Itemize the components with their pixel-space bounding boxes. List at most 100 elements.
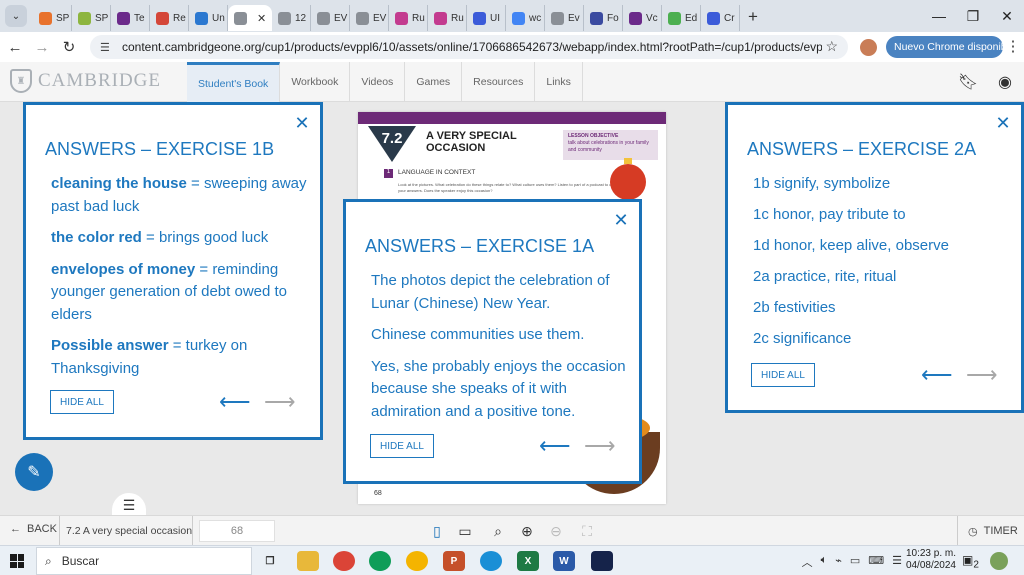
next-arrow-icon[interactable]: ⟶	[584, 435, 616, 457]
forward-arrow-icon[interactable]: →	[30, 35, 54, 59]
answers-list: The photos depict the celebration of Lun…	[371, 270, 629, 432]
browser-tab[interactable]: Vc	[623, 5, 662, 31]
browser-tab[interactable]: wc	[506, 5, 545, 31]
browser-tab[interactable]: Fo	[584, 5, 623, 31]
excel-icon[interactable]: X	[517, 551, 539, 571]
browser-tab[interactable]: ✕	[228, 5, 272, 31]
chrome-icon[interactable]	[333, 551, 355, 571]
previous-arrow-icon[interactable]: ⟵	[219, 391, 251, 413]
restore-icon[interactable]: ❐	[956, 0, 990, 32]
nav-tab-resources[interactable]: Resources	[462, 62, 536, 102]
close-icon[interactable]: ✕	[995, 114, 1011, 132]
site-settings-icon[interactable]: ☰	[100, 41, 114, 54]
browser-tab[interactable]: Te	[111, 5, 150, 31]
windows-start-icon[interactable]	[10, 554, 24, 568]
widgets-icon[interactable]	[990, 552, 1008, 570]
reload-icon[interactable]: ↻	[57, 35, 81, 59]
next-arrow-icon[interactable]: ⟶	[966, 364, 998, 386]
task-view-icon[interactable]: ❐	[259, 551, 281, 571]
browser-tab[interactable]: EV	[350, 5, 389, 31]
nav-tab-links[interactable]: Links	[535, 62, 583, 102]
double-page-icon[interactable]: ▭	[455, 522, 475, 540]
tab-label: Fo	[607, 12, 619, 24]
nav-tab-workbook[interactable]: Workbook	[280, 62, 351, 102]
new-tab-icon[interactable]: +	[748, 7, 758, 27]
browser-tab[interactable]: SP	[33, 5, 72, 31]
zoom-out-icon[interactable]: ⊖	[546, 522, 566, 540]
panel-title: ANSWERS – EXERCISE 1B	[45, 139, 275, 159]
tab-label: EV	[334, 12, 348, 24]
battery-icon[interactable]: ▭	[850, 554, 860, 570]
close-window-icon[interactable]: ✕	[990, 0, 1024, 32]
url-text[interactable]: content.cambridgeone.org/cup1/products/e…	[122, 40, 822, 54]
lesson-objective-label: LESSON OBJECTIVE	[568, 133, 619, 139]
notifications-icon[interactable]: ▣2	[962, 553, 979, 570]
previous-arrow-icon[interactable]: ⟵	[921, 364, 953, 386]
taskbar-search[interactable]: ⌕ Buscar	[36, 547, 252, 575]
browser-tab[interactable]: Re	[150, 5, 189, 31]
chrome-profile-icon[interactable]	[406, 551, 428, 571]
word-icon[interactable]: W	[553, 551, 575, 571]
tab-label: Cr	[724, 12, 735, 24]
fit-page-icon[interactable]: ⛶	[577, 522, 597, 540]
volume-icon[interactable]: 🔈︎	[821, 554, 828, 570]
page-number-input[interactable]: 68	[199, 520, 275, 542]
taskbar-clock[interactable]: 10:23 p. m. 04/08/2024	[902, 548, 956, 572]
more-menu-icon[interactable]: ⋮	[1005, 37, 1021, 55]
notification-count: 2	[973, 559, 979, 571]
address-bar[interactable]: ☰ content.cambridgeone.org/cup1/products…	[90, 35, 848, 59]
browser-tab[interactable]: Cr	[701, 5, 740, 31]
answers-list: 1b signify, symbolize 1c honor, pay tribu…	[753, 173, 1003, 359]
user-account-icon[interactable]: ◉	[993, 70, 1017, 94]
timer-button[interactable]: ◷ TIMER	[957, 516, 1018, 546]
browser-tab[interactable]: EV	[311, 5, 350, 31]
tab-search-icon[interactable]: ⌄	[5, 5, 27, 27]
nav-tab-student-s-book[interactable]: Student's Book	[187, 62, 281, 102]
lantern-image	[610, 158, 646, 200]
bookmark-icon[interactable]: 🔖︎	[956, 70, 980, 94]
chrome-update-button[interactable]: Nuevo Chrome disponible	[886, 36, 1015, 58]
chevron-up-icon[interactable]: ︿	[802, 554, 813, 570]
tab-label: SP	[56, 12, 70, 24]
previous-arrow-icon[interactable]: ⟵	[539, 435, 571, 457]
nav-tab-games[interactable]: Games	[405, 62, 463, 102]
file-explorer-icon[interactable]	[297, 551, 319, 571]
close-icon[interactable]: ✕	[294, 114, 310, 132]
edge-icon[interactable]	[480, 551, 502, 571]
chrome-profile-icon[interactable]	[369, 551, 391, 571]
next-arrow-icon[interactable]: ⟶	[264, 391, 296, 413]
back-button[interactable]: ← BACK	[10, 523, 57, 535]
disney-plus-icon[interactable]	[591, 551, 613, 571]
annotate-pen-icon[interactable]: ✎	[15, 453, 53, 491]
back-arrow-icon[interactable]: ←	[3, 35, 27, 59]
single-page-icon[interactable]: ▯	[427, 522, 447, 540]
close-icon[interactable]: ✕	[613, 211, 629, 229]
browser-tab[interactable]: 12	[272, 5, 311, 31]
hide-all-button[interactable]: HIDE ALL	[370, 434, 434, 458]
profile-avatar[interactable]	[860, 39, 877, 56]
minimize-icon[interactable]: —	[922, 0, 956, 32]
hide-all-button[interactable]: HIDE ALL	[50, 390, 114, 414]
keyboard-icon[interactable]: ⌨	[868, 554, 884, 570]
powerpoint-icon[interactable]: P	[443, 551, 465, 571]
close-tab-icon[interactable]: ✕	[257, 12, 266, 25]
wifi-icon[interactable]: ☰	[892, 554, 902, 570]
browser-tab[interactable]: Un	[189, 5, 228, 31]
browser-tab[interactable]: UI	[467, 5, 506, 31]
browser-tab[interactable]: Ed	[662, 5, 701, 31]
zoom-area-icon[interactable]: ⌕	[488, 522, 508, 540]
browser-tab[interactable]: SP	[72, 5, 111, 31]
nav-tab-videos[interactable]: Videos	[350, 62, 406, 102]
browser-tab[interactable]: Ru	[428, 5, 467, 31]
network-icon[interactable]: ⌁	[835, 554, 842, 570]
answer-item: envelopes of money = reminding younger g…	[51, 259, 309, 327]
app-header: ♜ CAMBRIDGE Student's Book Workbook Videos…	[0, 62, 1024, 102]
hide-all-button[interactable]: HIDE ALL	[751, 363, 815, 387]
browser-tab[interactable]: Ru	[389, 5, 428, 31]
page-top-band	[358, 112, 666, 124]
cambridge-logo[interactable]: ♜ CAMBRIDGE	[10, 69, 161, 93]
bookmark-star-icon[interactable]: ☆	[825, 38, 838, 55]
browser-tab[interactable]: Ev	[545, 5, 584, 31]
menu-icon[interactable]: ☰	[112, 493, 146, 517]
zoom-in-icon[interactable]: ⊕	[517, 522, 537, 540]
